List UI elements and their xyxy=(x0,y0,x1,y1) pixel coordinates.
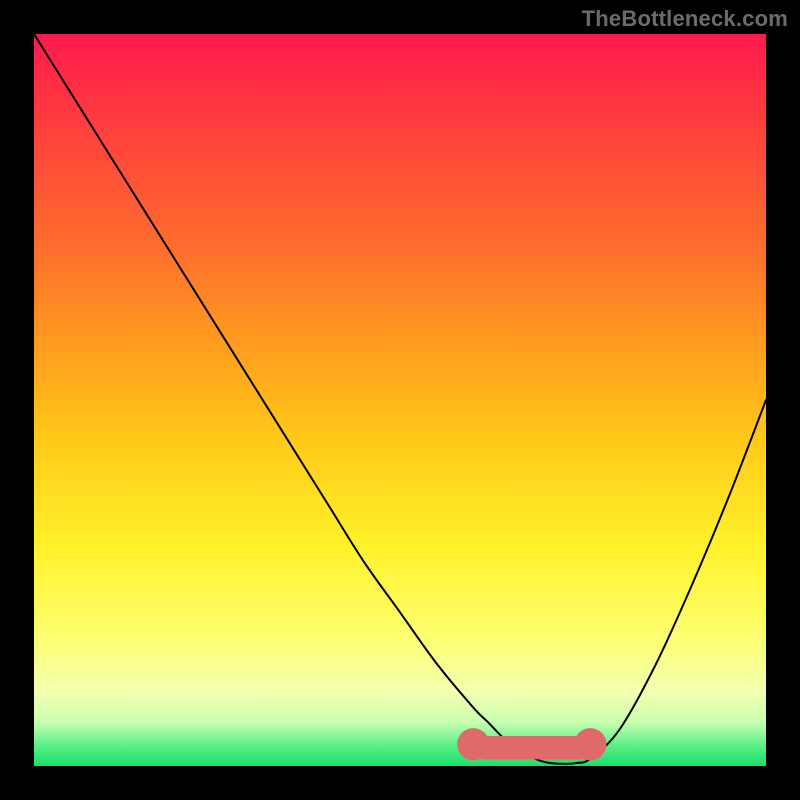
optimal-range-cap-left xyxy=(457,728,489,760)
bottleneck-curve xyxy=(34,34,766,764)
optimal-range-band xyxy=(457,728,606,760)
optimal-range-bar xyxy=(473,736,590,759)
chart-svg xyxy=(34,34,766,766)
watermark-text: TheBottleneck.com xyxy=(582,6,788,32)
chart-frame: TheBottleneck.com xyxy=(0,0,800,800)
optimal-range-cap-right xyxy=(574,728,606,760)
plot-area xyxy=(34,34,766,766)
